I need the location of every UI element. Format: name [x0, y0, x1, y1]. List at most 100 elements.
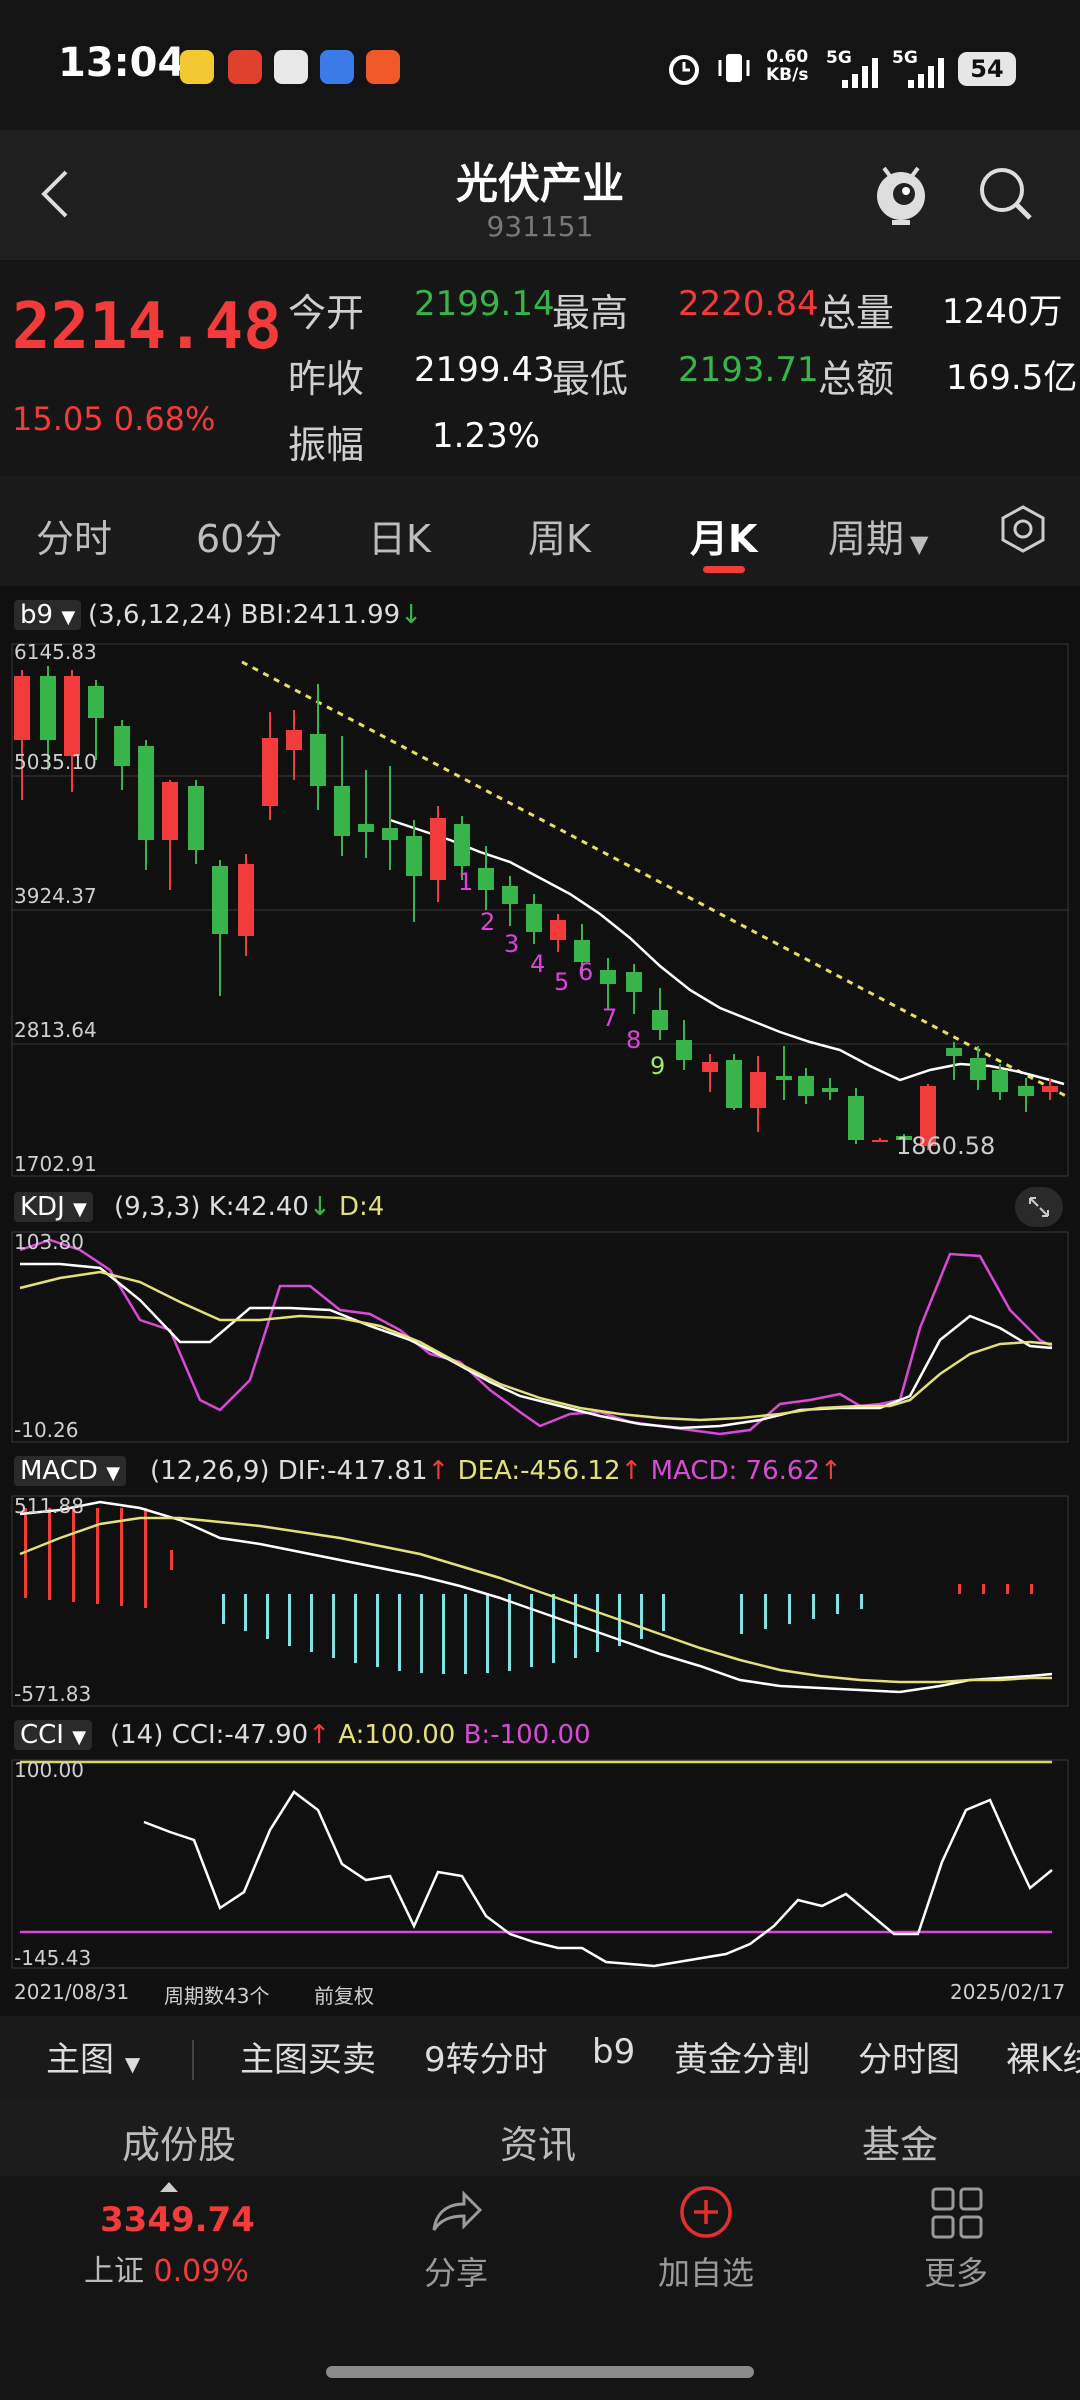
candle-body: [14, 676, 30, 740]
candle-body: [334, 786, 350, 836]
expand-icon[interactable]: [1014, 1186, 1064, 1228]
tab-constituents[interactable]: 成份股: [122, 2114, 236, 2169]
cci-chart[interactable]: [0, 1758, 1080, 1970]
macd-bar: [120, 1508, 123, 1606]
more-grid-icon[interactable]: [930, 2186, 984, 2240]
macd-bar: [860, 1594, 863, 1609]
macd-bar: [640, 1594, 643, 1639]
toolbar-nine-turn[interactable]: 9转分时: [424, 2032, 548, 2081]
start-date: 2021/08/31: [14, 1980, 130, 2004]
sh-index[interactable]: 上证 0.09%: [84, 2246, 249, 2290]
macd-bar: [354, 1594, 357, 1663]
macd-bar: [486, 1594, 489, 1673]
candle-body: [848, 1096, 864, 1140]
open-label: 今开: [288, 291, 365, 335]
battery-indicator: 54: [958, 52, 1016, 86]
app-notification-icon: [180, 50, 214, 84]
collapse-caret-icon[interactable]: [160, 2182, 178, 2192]
add-watchlist-label[interactable]: 加自选: [626, 2248, 786, 2294]
toolbar-intraday-chart[interactable]: 分时图: [858, 2032, 960, 2081]
tab-60min[interactable]: 60分: [196, 508, 282, 563]
cci-selector[interactable]: CCI ▼: [14, 1720, 93, 1750]
candle-body: [382, 828, 398, 840]
macd-y-top: 511.88: [14, 1494, 84, 1518]
main-chart-selector[interactable]: 主图 ▼: [46, 2032, 140, 2081]
macd-bar: [144, 1508, 147, 1608]
tab-intraday[interactable]: 分时: [36, 508, 112, 563]
candle-body: [1042, 1086, 1058, 1092]
down-arrow-icon: ↓: [308, 1192, 331, 1222]
candle-body: [526, 904, 542, 932]
tab-period[interactable]: 周期 ▼: [828, 508, 928, 563]
candle-body: [454, 824, 470, 866]
dropdown-caret-icon: ▼: [910, 530, 929, 558]
dropdown-caret-icon: ▼: [106, 1463, 121, 1484]
share-label[interactable]: 分享: [376, 2248, 536, 2294]
nine-turn-count: 7: [602, 1004, 618, 1032]
toolbar-golden-ratio[interactable]: 黄金分割: [674, 2032, 810, 2081]
high-label: 最高: [552, 291, 629, 335]
open-value: 2199.14: [414, 284, 555, 324]
macd-bar: [72, 1508, 75, 1602]
tab-news[interactable]: 资讯: [500, 2114, 576, 2169]
candle-body: [776, 1076, 792, 1080]
toolbar-naked-k[interactable]: 裸K线: [1006, 2032, 1080, 2081]
tab-daily-k[interactable]: 日K: [368, 508, 431, 563]
share-icon[interactable]: [426, 2186, 486, 2240]
status-time: 13:04: [58, 40, 186, 86]
main-indicator-selector[interactable]: b9 ▼: [14, 600, 82, 630]
up-arrow-icon: ↑: [308, 1720, 330, 1750]
y-tick: 6145.83: [14, 640, 97, 664]
macd-chart[interactable]: [0, 1494, 1080, 1708]
candle-body: [40, 676, 56, 740]
high-value: 2220.84: [678, 284, 819, 324]
y-tick: 2813.64: [14, 1018, 97, 1042]
toolbar-buy-sell[interactable]: 主图买卖: [240, 2032, 376, 2081]
app-notification-icon: [366, 50, 400, 84]
kdj-selector[interactable]: KDJ ▼: [14, 1192, 93, 1222]
tab-monthly-k[interactable]: 月K: [690, 508, 757, 563]
app-notification-icon: [320, 50, 354, 84]
candle-body: [992, 1070, 1008, 1092]
assistant-mascot-icon[interactable]: [868, 158, 934, 228]
toolbar-b9[interactable]: b9: [592, 2032, 635, 2072]
last-price: 2214.48: [12, 290, 282, 364]
candle-body: [676, 1040, 692, 1060]
nine-turn-count: 6: [578, 958, 594, 986]
macd-bar: [332, 1594, 335, 1658]
settings-hexagon-icon[interactable]: [998, 504, 1048, 554]
sh-index-value[interactable]: 3349.74: [100, 2200, 255, 2240]
candle-body: [114, 726, 130, 766]
candle-body: [626, 972, 642, 992]
kline-chart[interactable]: [0, 640, 1080, 1180]
more-label[interactable]: 更多: [876, 2248, 1036, 2294]
y-tick: 5035.10: [14, 750, 97, 774]
nine-turn-count: 8: [626, 1026, 642, 1054]
macd-bar: [266, 1594, 269, 1639]
low-marker: 1860.58: [896, 1132, 996, 1160]
trend-line: [241, 660, 1067, 1098]
vibrate-icon: [718, 54, 750, 82]
prev-close-value: 2199.43: [414, 350, 555, 390]
candle-body: [138, 746, 154, 840]
add-watchlist-icon[interactable]: [678, 2184, 734, 2240]
macd-bar: [740, 1594, 743, 1634]
candle-body: [238, 864, 254, 936]
app-notification-icon: [274, 50, 308, 84]
macd-params: (12,26,9) DIF:-417.81↑ DEA:-456.12↑ MACD…: [150, 1456, 842, 1486]
tab-weekly-k[interactable]: 周K: [528, 508, 591, 563]
active-tab-indicator: [703, 566, 745, 573]
y-tick: 3924.37: [14, 884, 97, 908]
adjust-mode[interactable]: 前复权: [314, 1980, 374, 2009]
macd-y-bottom: -571.83: [14, 1682, 92, 1706]
macd-selector[interactable]: MACD ▼: [14, 1456, 127, 1486]
candle-body: [970, 1058, 986, 1080]
nine-turn-count: 2: [480, 908, 496, 936]
macd-bar: [958, 1584, 961, 1594]
macd-bar: [662, 1594, 665, 1631]
tab-funds[interactable]: 基金: [862, 2114, 938, 2169]
dropdown-caret-icon: ▼: [61, 607, 76, 628]
y-tick: 1702.91: [14, 1152, 97, 1176]
search-icon[interactable]: [976, 164, 1036, 224]
kdj-chart[interactable]: [0, 1230, 1080, 1444]
